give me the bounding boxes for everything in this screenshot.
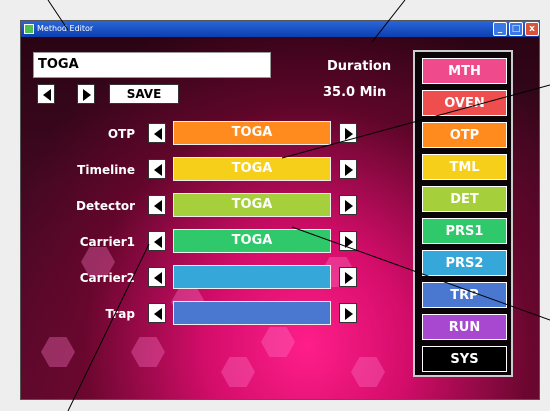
previous-method-button[interactable] — [37, 84, 55, 104]
carrier2-value-field[interactable] — [173, 265, 331, 289]
method-name-input[interactable]: TOGA — [33, 52, 271, 78]
close-button[interactable]: x — [525, 22, 539, 36]
carrier2-prev-button[interactable] — [148, 267, 166, 287]
row-label-otp: OTP — [107, 127, 135, 141]
trap-next-button[interactable] — [339, 303, 357, 323]
timeline-prev-button[interactable] — [148, 159, 166, 179]
screenshot-root: { "window": {"title": "Method Editor", "… — [0, 0, 550, 411]
decorative-hexagon — [131, 337, 165, 367]
otp-prev-button[interactable] — [148, 123, 166, 143]
side-button-tml[interactable]: TML — [422, 154, 507, 180]
otp-next-button[interactable] — [339, 123, 357, 143]
title-bar: Method Editor _ □ x — [21, 21, 539, 37]
row-label-carrier1: Carrier1 — [79, 235, 135, 249]
window-title: Method Editor — [37, 24, 94, 33]
arrow-right-icon — [345, 236, 353, 248]
carrier1-next-button[interactable] — [339, 231, 357, 251]
arrow-right-icon — [345, 308, 353, 320]
side-button-prs2[interactable]: PRS2 — [422, 250, 507, 276]
arrow-right-icon — [345, 200, 353, 212]
arrow-left-icon — [154, 128, 162, 140]
side-button-trp[interactable]: TRP — [422, 282, 507, 308]
arrow-left-icon — [154, 308, 162, 320]
minimize-button[interactable]: _ — [493, 22, 507, 36]
arrow-right-icon — [345, 128, 353, 140]
row-label-timeline: Timeline — [77, 163, 135, 177]
trap-value-field[interactable] — [173, 301, 331, 325]
side-button-sys[interactable]: SYS — [422, 346, 507, 372]
carrier2-next-button[interactable] — [339, 267, 357, 287]
arrow-left-icon — [43, 89, 51, 101]
decorative-hexagon — [41, 337, 75, 367]
detector-next-button[interactable] — [339, 195, 357, 215]
timeline-value-field[interactable]: TOGA — [173, 157, 331, 181]
carrier1-prev-button[interactable] — [148, 231, 166, 251]
side-button-prs1[interactable]: PRS1 — [422, 218, 507, 244]
arrow-right-icon — [345, 164, 353, 176]
decorative-hexagon — [351, 357, 385, 387]
detector-value-field[interactable]: TOGA — [173, 193, 331, 217]
arrow-right-icon — [83, 89, 91, 101]
row-label-trap: Trap — [105, 307, 135, 321]
row-label-detector: Detector — [76, 199, 135, 213]
maximize-button[interactable]: □ — [509, 22, 523, 36]
duration-value: 35.0 Min — [323, 85, 387, 100]
arrow-left-icon — [154, 272, 162, 284]
side-button-det[interactable]: DET — [422, 186, 507, 212]
otp-value-field[interactable]: TOGA — [173, 121, 331, 145]
carrier1-value-field[interactable]: TOGA — [173, 229, 331, 253]
decorative-hexagon — [221, 357, 255, 387]
side-button-oven[interactable]: OVEN — [422, 90, 507, 116]
app-icon — [24, 24, 34, 34]
arrow-left-icon — [154, 164, 162, 176]
side-button-run[interactable]: RUN — [422, 314, 507, 340]
arrow-left-icon — [154, 200, 162, 212]
arrow-right-icon — [345, 272, 353, 284]
arrow-left-icon — [154, 236, 162, 248]
row-label-carrier2: Carrier2 — [79, 271, 135, 285]
detector-prev-button[interactable] — [148, 195, 166, 215]
decorative-hexagon — [261, 327, 295, 357]
timeline-next-button[interactable] — [339, 159, 357, 179]
side-button-otp[interactable]: OTP — [422, 122, 507, 148]
save-button[interactable]: SAVE — [109, 84, 179, 104]
side-navigation-panel: MTH OVEN OTP TML DET PRS1 PRS2 TRP RUN S… — [413, 50, 513, 377]
trap-prev-button[interactable] — [148, 303, 166, 323]
next-method-button[interactable] — [77, 84, 95, 104]
side-button-mth[interactable]: MTH — [422, 58, 507, 84]
duration-label: Duration — [327, 59, 392, 74]
